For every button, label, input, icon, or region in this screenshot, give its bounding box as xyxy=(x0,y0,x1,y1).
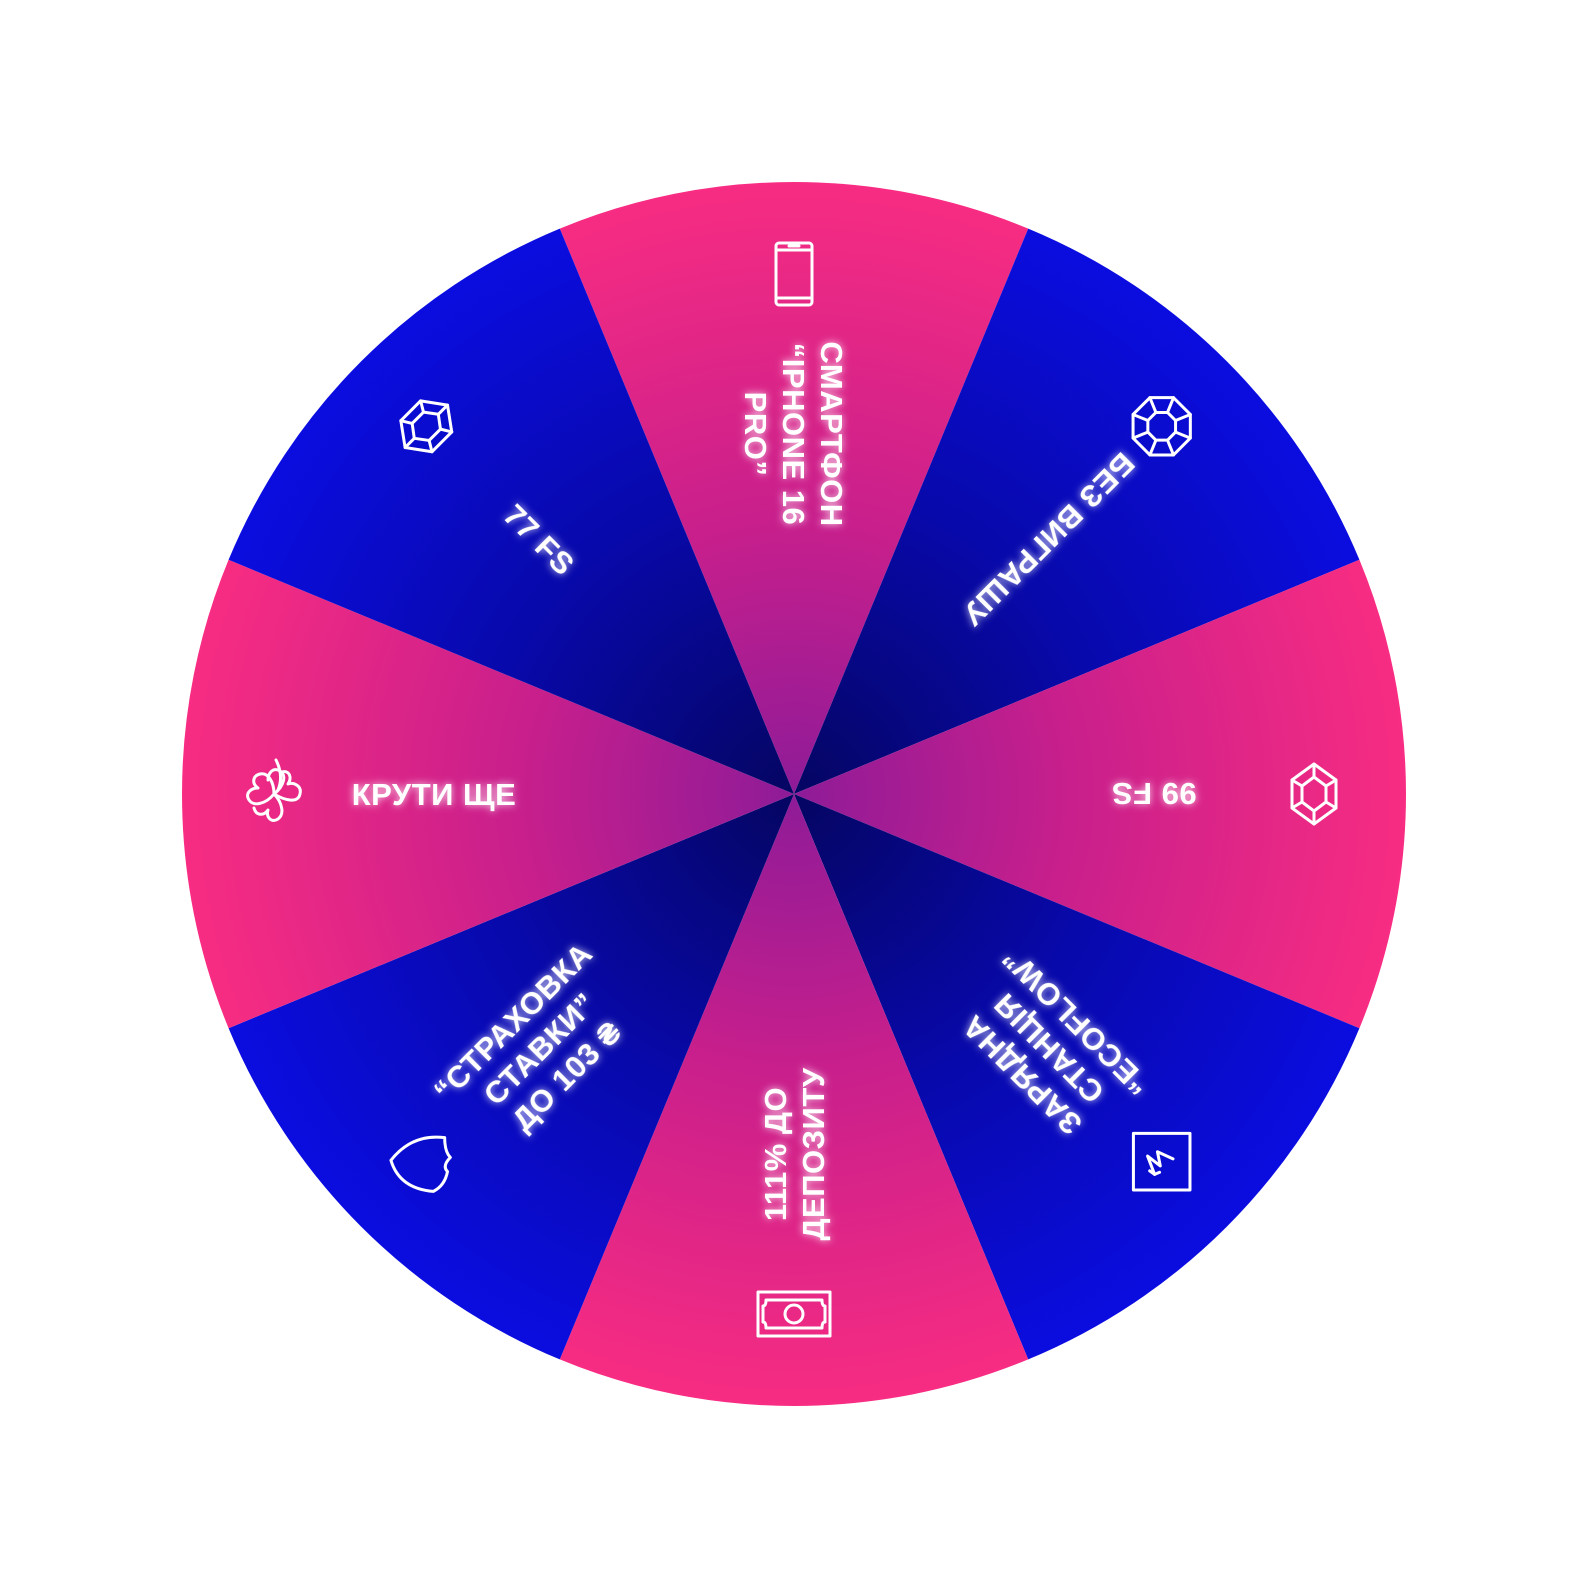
prize-wheel[interactable]: СМАРТФОН“IPHONE 16PRO”БЕЗ ВИГРАШУ99 FSЗА… xyxy=(0,0,1588,1588)
segment-label: 99 FS xyxy=(1111,776,1196,811)
segment-label-line: КРУТИ ЩЕ xyxy=(352,777,517,812)
segment-label: КРУТИ ЩЕ xyxy=(352,777,517,812)
segment-label-line: СМАРТФОН xyxy=(814,341,849,526)
segment-label-line: “IPHONE 16 xyxy=(776,343,811,525)
segment-label-line: ДЕПОЗИТУ xyxy=(796,1067,831,1240)
segment-label-line: 99 FS xyxy=(1111,776,1196,811)
segment-label-line: 111% ДО xyxy=(758,1087,793,1221)
segment-label-line: PRO” xyxy=(738,392,773,477)
